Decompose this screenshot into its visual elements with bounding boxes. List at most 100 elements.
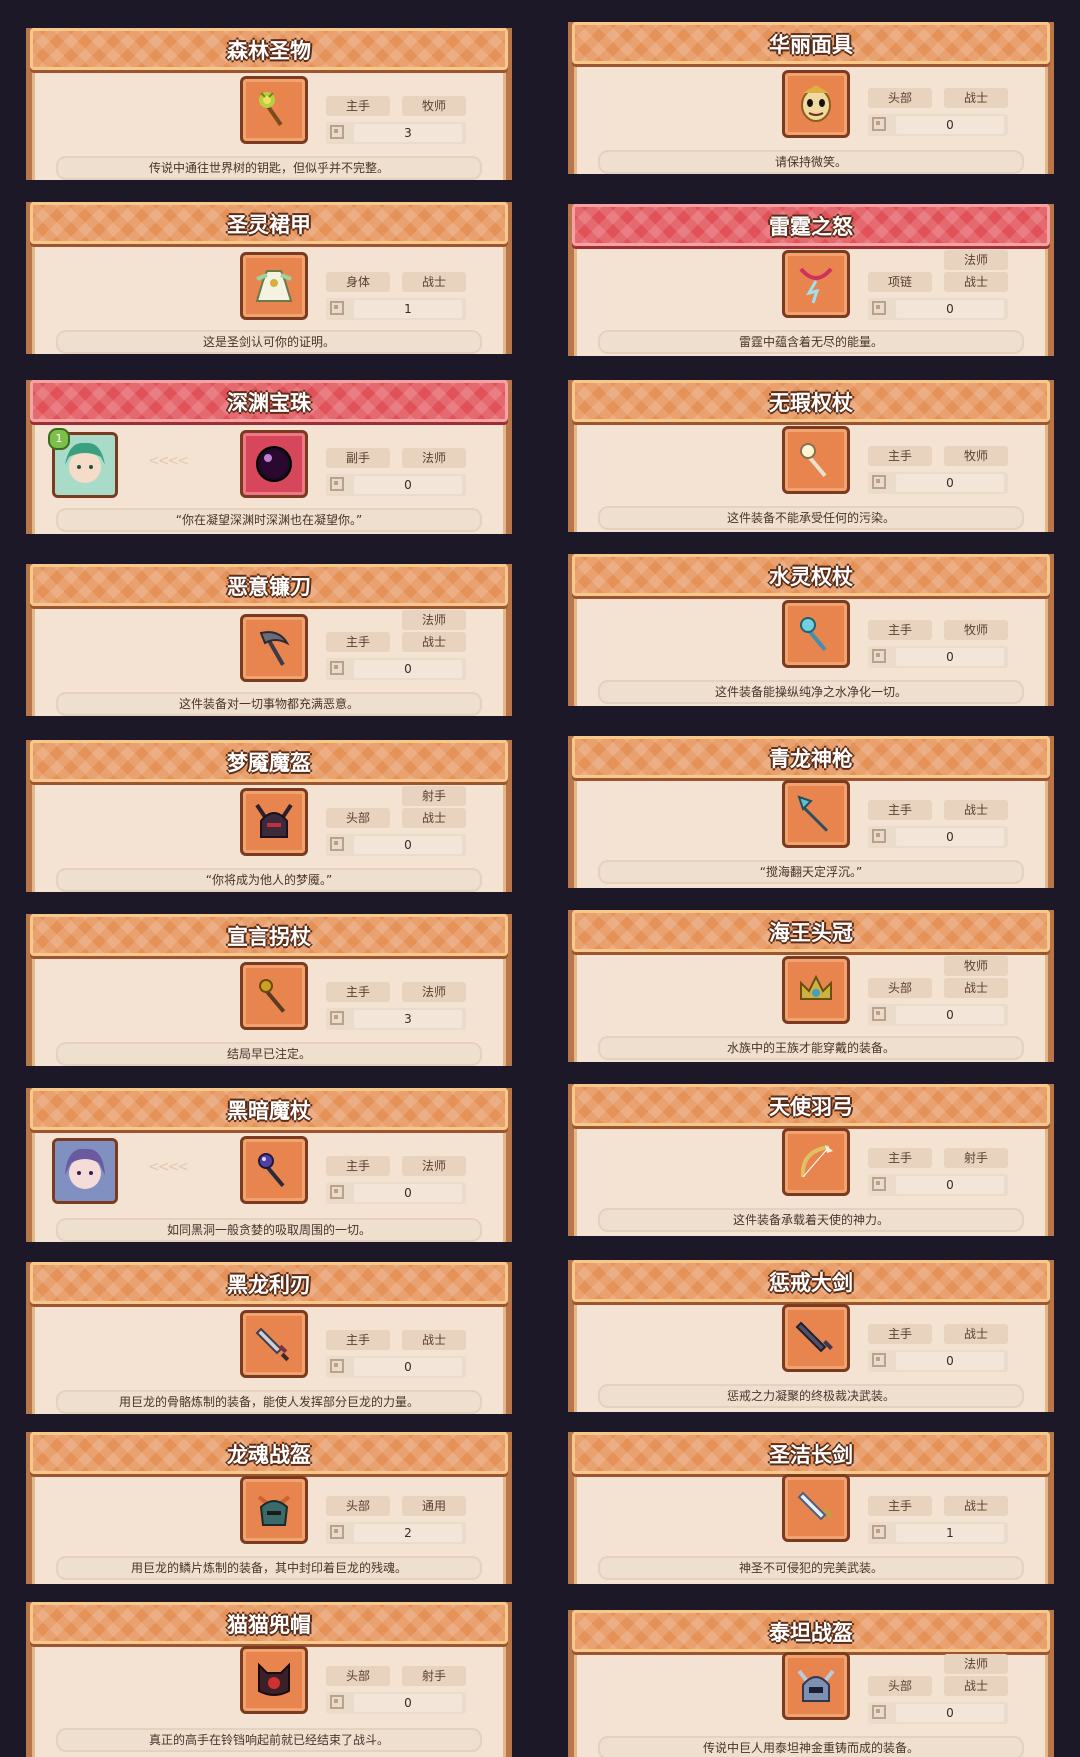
dragon-helmet-icon[interactable] bbox=[240, 1476, 308, 1544]
level-bar: 0 bbox=[326, 658, 466, 680]
level-icon bbox=[872, 1525, 886, 1539]
equipment-description: 这件装备能操纵纯净之水净化一切。 bbox=[598, 680, 1024, 704]
thunder-necklace-icon[interactable] bbox=[782, 250, 850, 318]
equipment-card[interactable]: 森林圣物 主手 牧师 3 传说中通往世界树的钥匙，但似乎并不完整。 bbox=[8, 20, 530, 180]
level-bar: 0 bbox=[868, 1350, 1008, 1372]
level-value: 2 bbox=[354, 1524, 462, 1542]
equipment-card[interactable]: 梦魇魔盔 射手 头部 战士 0 “你将成为他人的梦魇。” bbox=[8, 732, 530, 892]
level-bar: 0 bbox=[326, 474, 466, 496]
level-value: 0 bbox=[896, 1352, 1004, 1370]
class-tag: 射手 bbox=[402, 1666, 466, 1686]
purple-hair-girl-portrait[interactable] bbox=[52, 1138, 118, 1204]
equipment-card[interactable]: 水灵权杖 主手 牧师 0 这件装备能操纵纯净之水净化一切。 bbox=[550, 546, 1072, 706]
equipment-card[interactable]: 恶意镰刀 法师 主手 战士 0 这件装备对一切事物都充满恶意。 bbox=[8, 556, 530, 716]
equipment-card[interactable]: 雷霆之怒 法师 项链 战士 0 雷霆中蕴含着无尽的能量。 bbox=[550, 196, 1072, 356]
class-tag: 通用 bbox=[402, 1496, 466, 1516]
slot-tag: 头部 bbox=[868, 88, 932, 108]
level-value: 1 bbox=[354, 300, 462, 318]
equipment-card[interactable]: 圣洁长剑 主手 战士 1 神圣不可侵犯的完美武装。 bbox=[550, 1424, 1072, 1584]
class-tag: 牧师 bbox=[944, 620, 1008, 640]
level-value: 0 bbox=[354, 660, 462, 678]
equipment-name: 青龙神枪 bbox=[769, 747, 853, 771]
left-column: 森林圣物 主手 牧师 3 传说中通往世界树的钥匙，但似乎并不完整。 圣灵裙甲 身体 战士 1 这是… bbox=[8, 0, 530, 1757]
angel-bow-icon[interactable] bbox=[782, 1128, 850, 1196]
equipment-card[interactable]: 海王头冠 牧师 头部 战士 0 水族中的王族才能穿戴的装备。 bbox=[550, 902, 1072, 1062]
slot-tag: 主手 bbox=[868, 620, 932, 640]
level-bar: 0 bbox=[326, 1356, 466, 1378]
scythe-icon[interactable] bbox=[240, 614, 308, 682]
slot-tag: 头部 bbox=[868, 978, 932, 998]
class-tag: 法师 bbox=[402, 1156, 466, 1176]
greatsword-icon[interactable] bbox=[782, 1304, 850, 1372]
equipment-description: 这件装备对一切事物都充满恶意。 bbox=[56, 692, 482, 716]
class-tag: 法师 bbox=[402, 448, 466, 468]
spear-icon[interactable] bbox=[782, 780, 850, 848]
title-banner: 黑龙利刃 bbox=[30, 1262, 508, 1304]
equipment-description: 这件装备承载着天使的神力。 bbox=[598, 1208, 1024, 1232]
class-tag: 战士 bbox=[944, 272, 1008, 292]
equipment-card[interactable]: 泰坦战盔 法师 头部 战士 0 传说中巨人用泰坦神金重铸而成的装备。 bbox=[550, 1602, 1072, 1757]
titan-helmet-icon[interactable] bbox=[782, 1652, 850, 1720]
equipment-card[interactable]: 无瑕权杖 主手 牧师 0 这件装备不能承受任何的污染。 bbox=[550, 372, 1072, 532]
equipment-name: 圣洁长剑 bbox=[769, 1443, 853, 1467]
equipment-card[interactable]: 黑暗魔杖 <<<< 主手 法师 0 如同黑洞一般贪婪的吸取周围的一切。 bbox=[8, 1080, 530, 1242]
class-tag: 牧师 bbox=[944, 956, 1008, 976]
class-tag: 法师 bbox=[944, 250, 1008, 270]
equipment-card[interactable]: 华丽面具 头部 战士 0 请保持微笑。 bbox=[550, 14, 1072, 174]
equipment-name: 雷霆之怒 bbox=[769, 215, 853, 239]
title-banner: 恶意镰刀 bbox=[30, 564, 508, 606]
equipment-description: 用巨龙的骨骼炼制的装备，能使人发挥部分巨龙的力量。 bbox=[56, 1390, 482, 1414]
holy-sword-icon[interactable] bbox=[782, 1474, 850, 1542]
level-icon bbox=[330, 477, 344, 491]
equipment-card[interactable]: 黑龙利刃 主手 战士 0 用巨龙的骨骼炼制的装备，能使人发挥部分巨龙的力量。 bbox=[8, 1254, 530, 1414]
equipment-card[interactable]: 青龙神枪 主手 战士 0 “搅海翻天定浮沉。” bbox=[550, 728, 1072, 888]
title-banner: 深渊宝珠 bbox=[30, 380, 508, 422]
equipment-name: 深渊宝珠 bbox=[227, 391, 311, 415]
title-banner: 天使羽弓 bbox=[572, 1084, 1050, 1126]
equipment-description: “你将成为他人的梦魇。” bbox=[56, 868, 482, 892]
level-bar: 1 bbox=[868, 1522, 1008, 1544]
cat-hood-icon[interactable] bbox=[240, 1646, 308, 1714]
level-icon bbox=[872, 1177, 886, 1191]
equipment-card[interactable]: 宣言拐杖 主手 法师 3 结局早已注定。 bbox=[8, 906, 530, 1066]
slot-tag: 身体 bbox=[326, 272, 390, 292]
flawless-scepter-icon[interactable] bbox=[782, 426, 850, 494]
equipment-name: 无瑕权杖 bbox=[769, 391, 853, 415]
level-value: 0 bbox=[354, 476, 462, 494]
crown-icon[interactable] bbox=[782, 956, 850, 1024]
holy-dress-icon[interactable] bbox=[240, 252, 308, 320]
level-value: 0 bbox=[896, 116, 1004, 134]
golden-mask-icon[interactable] bbox=[782, 70, 850, 138]
equipment-card[interactable]: 猫猫兜帽 头部 射手 0 真正的高手在铃铛响起前就已经结束了战斗。 bbox=[8, 1594, 530, 1757]
level-bar: 2 bbox=[326, 1522, 466, 1544]
staff-icon[interactable] bbox=[240, 962, 308, 1030]
class-tag: 法师 bbox=[944, 1654, 1008, 1674]
horned-helmet-icon[interactable] bbox=[240, 788, 308, 856]
level-bar: 0 bbox=[868, 646, 1008, 668]
level-bar: 0 bbox=[326, 834, 466, 856]
class-tag: 战士 bbox=[944, 88, 1008, 108]
golden-scepter-icon[interactable] bbox=[240, 76, 308, 144]
level-value: 0 bbox=[896, 828, 1004, 846]
equipment-card[interactable]: 天使羽弓 主手 射手 0 这件装备承载着天使的神力。 bbox=[550, 1076, 1072, 1236]
equipment-name: 海王头冠 bbox=[769, 921, 853, 945]
equipment-card[interactable]: 深渊宝珠 1 <<<< 副手 法师 0 “你在凝望深渊时深渊也在凝望你。” bbox=[8, 372, 530, 534]
equipment-card[interactable]: 惩戒大剑 主手 战士 0 惩戒之力凝聚的终极裁决武装。 bbox=[550, 1252, 1072, 1412]
abyss-orb-icon[interactable] bbox=[240, 430, 308, 498]
equipment-name: 龙魂战盔 bbox=[227, 1443, 311, 1467]
title-banner: 森林圣物 bbox=[30, 28, 508, 70]
right-column: 华丽面具 头部 战士 0 请保持微笑。 雷霆之怒 法师 项链 战士 0 雷霆中蕴含着无尽的能量。 无瑕… bbox=[550, 0, 1072, 1757]
water-scepter-icon[interactable] bbox=[782, 600, 850, 668]
level-bar: 0 bbox=[868, 1702, 1008, 1724]
level-icon bbox=[330, 1525, 344, 1539]
level-icon bbox=[330, 661, 344, 675]
dark-wand-icon[interactable] bbox=[240, 1136, 308, 1204]
equipment-description: 神圣不可侵犯的完美武装。 bbox=[598, 1556, 1024, 1580]
equipment-card[interactable]: 圣灵裙甲 身体 战士 1 这是圣剑认可你的证明。 bbox=[8, 194, 530, 354]
title-banner: 雷霆之怒 bbox=[572, 204, 1050, 246]
dragon-blade-icon[interactable] bbox=[240, 1310, 308, 1378]
equipment-card[interactable]: 龙魂战盔 头部 通用 2 用巨龙的鳞片炼制的装备，其中封印着巨龙的残魂。 bbox=[8, 1424, 530, 1584]
level-value: 0 bbox=[896, 1176, 1004, 1194]
level-icon bbox=[330, 301, 344, 315]
title-banner: 泰坦战盔 bbox=[572, 1610, 1050, 1652]
